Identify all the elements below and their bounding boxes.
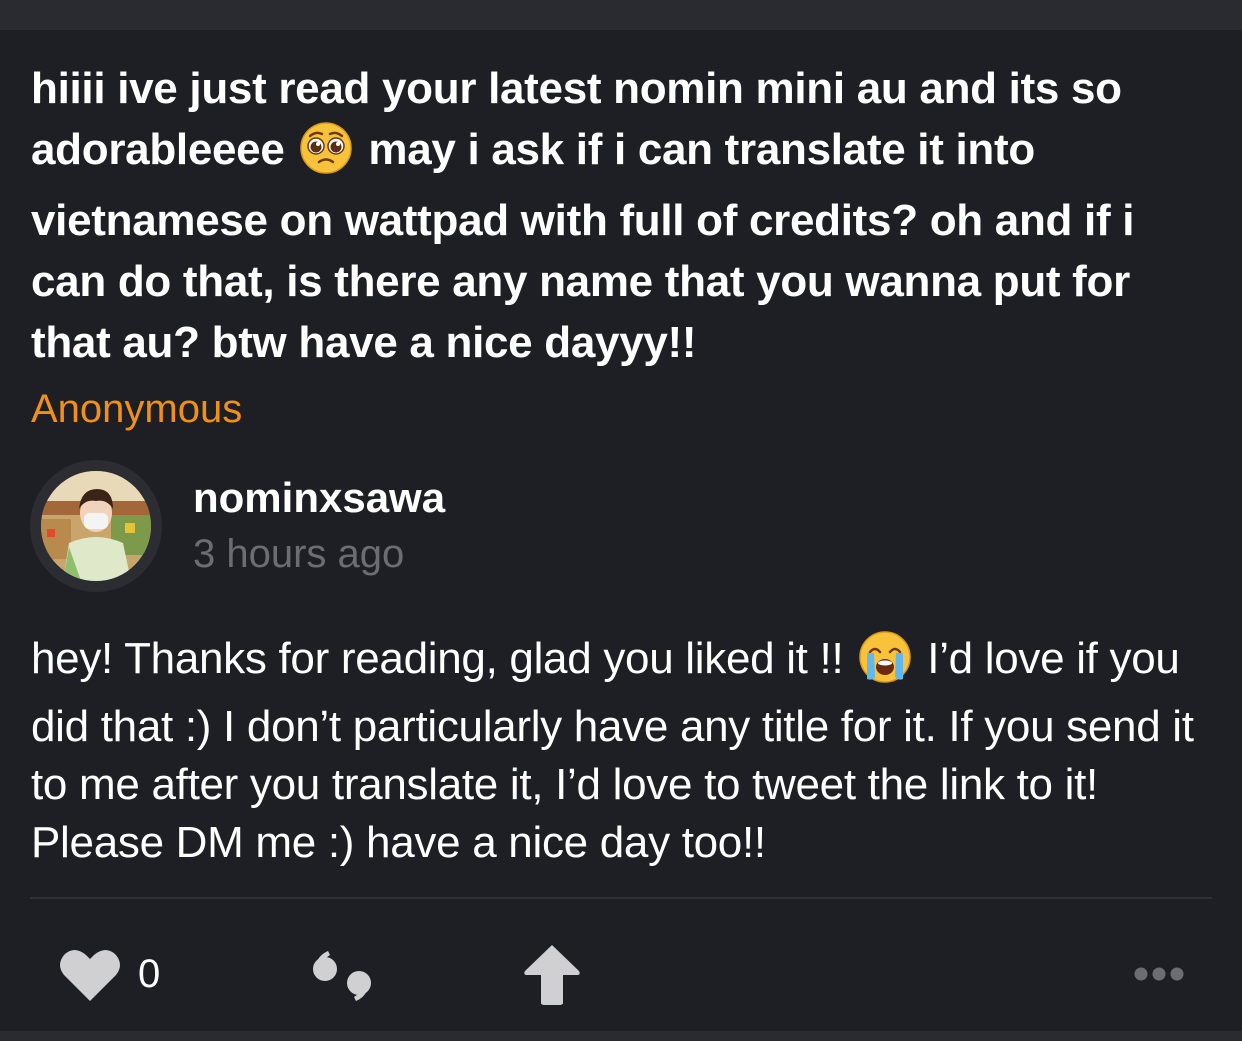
answer-text: hey! Thanks for reading, glad you liked …	[31, 630, 1211, 872]
like-button[interactable]	[58, 947, 122, 1008]
like-count: 0	[138, 952, 161, 996]
divider	[30, 897, 1212, 899]
crying-face-emoji	[859, 631, 912, 698]
answerer-username[interactable]: nominxsawa	[193, 472, 445, 524]
more-options-button[interactable]	[1133, 964, 1185, 989]
answer-text-part-1: hey! Thanks for reading, glad you liked …	[31, 634, 844, 683]
quote-icon	[313, 951, 371, 1001]
heart-icon	[60, 950, 120, 1001]
top-bar	[0, 0, 1242, 30]
avatar[interactable]	[30, 460, 162, 592]
asker-name[interactable]: Anonymous	[31, 383, 242, 435]
share-arrow-icon	[524, 945, 580, 1005]
bottom-bar	[0, 1031, 1242, 1041]
reask-button[interactable]	[308, 949, 376, 1010]
profile-photo	[41, 471, 151, 581]
pleading-face-emoji	[300, 122, 353, 190]
share-button[interactable]	[521, 943, 583, 1012]
more-dots-icon	[1134, 967, 1184, 981]
answer-timestamp: 3 hours ago	[193, 532, 405, 576]
ask-post-screen: hiiii ive just read your latest nomin mi…	[0, 0, 1242, 1041]
question-text: hiiii ive just read your latest nomin mi…	[31, 58, 1211, 373]
